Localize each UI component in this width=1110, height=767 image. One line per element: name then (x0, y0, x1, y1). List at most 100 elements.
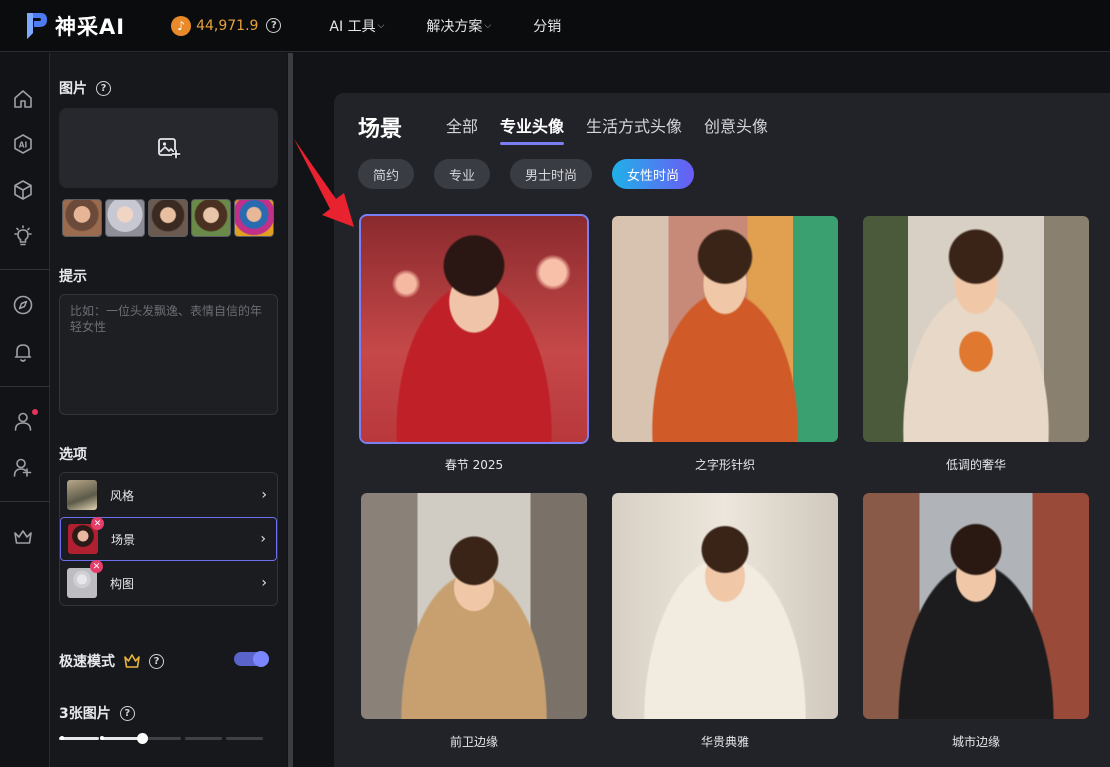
scene-tabs: 全部 专业头像 生活方式头像 创意头像 (446, 113, 790, 145)
help-icon[interactable]: ? (96, 80, 111, 96)
options-title: 选项 (59, 447, 87, 463)
nav-solutions[interactable]: 解决方案 ⌵ (426, 16, 491, 36)
scene-item[interactable]: 前卫边缘 (361, 493, 587, 750)
notification-dot (32, 409, 38, 415)
nav-ai-tools[interactable]: AI 工具 ⌵ (329, 16, 384, 36)
chip-womens-fashion[interactable]: 女性时尚 (612, 159, 695, 189)
scene-caption: 前卫边缘 (449, 735, 498, 749)
prompt-input[interactable]: 比如：一位头发飘逸、表情自信的年轻女性 (59, 294, 278, 415)
scene-image (361, 493, 587, 719)
compass-icon[interactable] (11, 293, 35, 317)
option-thumbnail (67, 568, 97, 598)
slider-segment (185, 737, 222, 740)
scene-image (863, 493, 1089, 719)
slider-segment (226, 737, 263, 740)
chip-professional[interactable]: 专业 (434, 159, 491, 189)
upload-image-button[interactable] (59, 108, 278, 188)
images-title: 图片 (59, 81, 87, 97)
scene-image (612, 493, 838, 719)
slider-segment (59, 737, 99, 740)
pointer-arrow-icon (294, 139, 354, 227)
rail-divider (0, 501, 50, 502)
logo[interactable]: 神采AI (25, 11, 125, 41)
thumbnail[interactable] (148, 199, 188, 237)
fast-mode-row: 极速模式 ? (59, 651, 164, 671)
prompt-title: 提示 (59, 269, 87, 285)
scene-caption: 低调的奢华 (945, 458, 1006, 472)
scene-item[interactable]: 城市边缘 (863, 493, 1089, 750)
bulb-icon[interactable] (11, 224, 35, 248)
help-icon[interactable]: ? (266, 18, 282, 33)
thumbnail[interactable] (191, 199, 231, 237)
thumbnail[interactable] (105, 199, 145, 237)
icon-rail: AI (0, 53, 50, 767)
credits: ♪ 44,971.9 ? (171, 15, 282, 36)
tab-lifestyle-headshot[interactable]: 生活方式头像 (586, 113, 682, 143)
scene-item[interactable]: 之字形针织 (612, 216, 838, 473)
option-style[interactable]: 风格 › (60, 473, 277, 517)
nav-label: AI 工具 (329, 18, 376, 35)
image-count-row: 3张图片 ? (59, 703, 135, 723)
remove-icon[interactable]: ✕ (90, 560, 103, 573)
images-section-title: 图片 ? (59, 78, 111, 98)
scene-title: 场景 (358, 117, 403, 142)
tab-creative-headshot[interactable]: 创意头像 (704, 113, 768, 143)
chip-simple[interactable]: 简约 (358, 159, 415, 189)
option-scene[interactable]: ✕ 场景 › (60, 517, 277, 561)
tab-professional-headshot[interactable]: 专业头像 (500, 113, 565, 145)
scene-item[interactable]: 低调的奢华 (863, 216, 1089, 473)
scene-caption: 华贵典雅 (700, 735, 749, 749)
scene-image (863, 216, 1089, 442)
svg-text:AI: AI (19, 141, 28, 150)
chevron-down-icon: ⌵ (377, 20, 385, 31)
credits-value: 44,971.9 (196, 17, 259, 34)
image-count-slider[interactable] (59, 733, 269, 744)
crown-icon[interactable] (11, 525, 35, 549)
slider-tick (100, 736, 104, 740)
fast-mode-toggle[interactable] (234, 651, 269, 667)
top-bar: 神采AI ♪ 44,971.9 ? AI 工具 ⌵ 解决方案 ⌵ 分销 (0, 0, 1110, 52)
scene-picker: 场景 全部 专业头像 生活方式头像 创意头像 简约 专业 男士时尚 女性时尚 春… (334, 93, 1110, 767)
scene-caption: 之字形针织 (694, 458, 755, 472)
chip-mens-fashion[interactable]: 男士时尚 (510, 159, 593, 189)
brand-name: 神采AI (55, 14, 126, 39)
thumbnail[interactable] (62, 199, 102, 237)
tab-all[interactable]: 全部 (446, 113, 478, 143)
nav-label: 分销 (533, 18, 562, 35)
coin-icon: ♪ (171, 15, 192, 36)
filter-chips: 简约 专业 男士时尚 女性时尚 (358, 159, 714, 189)
option-label: 风格 (110, 488, 135, 503)
remove-icon[interactable]: ✕ (91, 517, 104, 530)
thumbnail[interactable] (234, 199, 274, 237)
options-list: 风格 › ✕ 场景 › ✕ 构图 › (59, 472, 278, 606)
slider-segment (145, 737, 181, 740)
add-image-icon (157, 138, 180, 159)
option-composition[interactable]: ✕ 构图 › (60, 560, 277, 605)
image-count-label: 3张图片 (59, 706, 111, 722)
option-label: 场景 (111, 532, 136, 547)
option-label: 构图 (110, 576, 135, 591)
help-icon[interactable]: ? (149, 653, 164, 669)
slider-tick (60, 736, 64, 740)
scene-caption: 城市边缘 (951, 735, 1000, 749)
scene-item[interactable]: 春节 2025 (359, 214, 589, 473)
chevron-right-icon: › (261, 487, 267, 503)
home-icon[interactable] (11, 87, 35, 111)
scene-item[interactable]: 华贵典雅 (612, 493, 838, 750)
chevron-right-icon: › (261, 575, 267, 591)
main-nav: AI 工具 ⌵ 解决方案 ⌵ 分销 (329, 16, 603, 36)
bell-icon[interactable] (11, 340, 35, 364)
logo-icon (27, 12, 47, 39)
nav-distribution[interactable]: 分销 (533, 16, 561, 36)
fast-mode-label: 极速模式 (59, 654, 115, 670)
user-add-icon[interactable] (11, 455, 35, 479)
nav-label: 解决方案 (426, 18, 483, 35)
slider-handle[interactable] (137, 733, 148, 744)
chevron-right-icon: › (260, 531, 266, 547)
cube-icon[interactable] (11, 178, 35, 202)
scene-image (612, 216, 838, 442)
help-icon[interactable]: ? (119, 705, 135, 721)
ai-icon[interactable]: AI (11, 132, 35, 156)
rail-divider (0, 386, 50, 387)
option-thumbnail (67, 480, 97, 510)
